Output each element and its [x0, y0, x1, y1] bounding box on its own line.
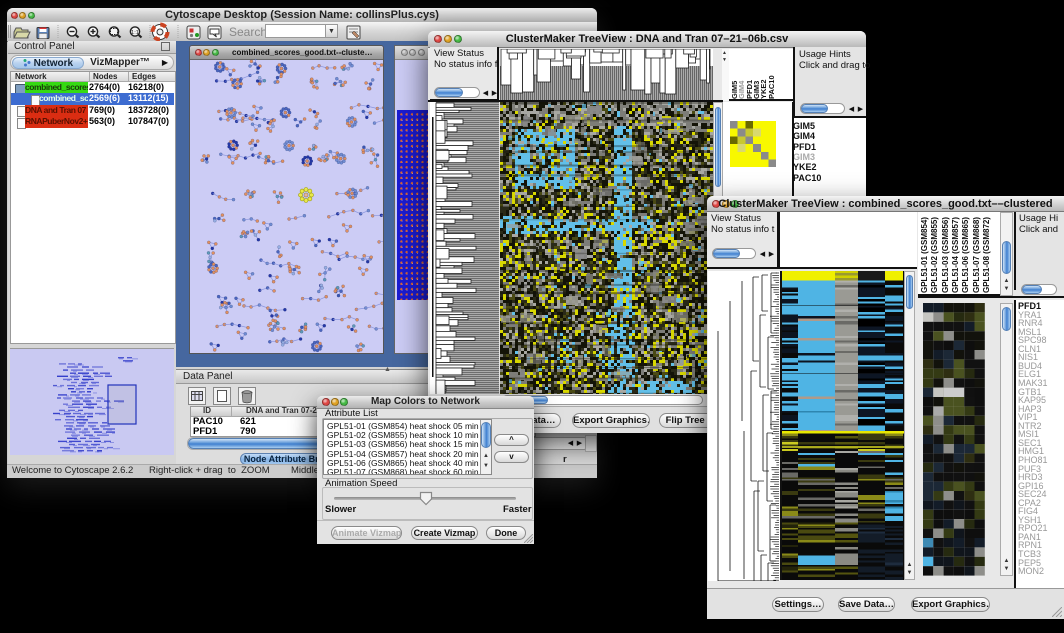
svg-text:1:1: 1:1: [131, 30, 139, 36]
